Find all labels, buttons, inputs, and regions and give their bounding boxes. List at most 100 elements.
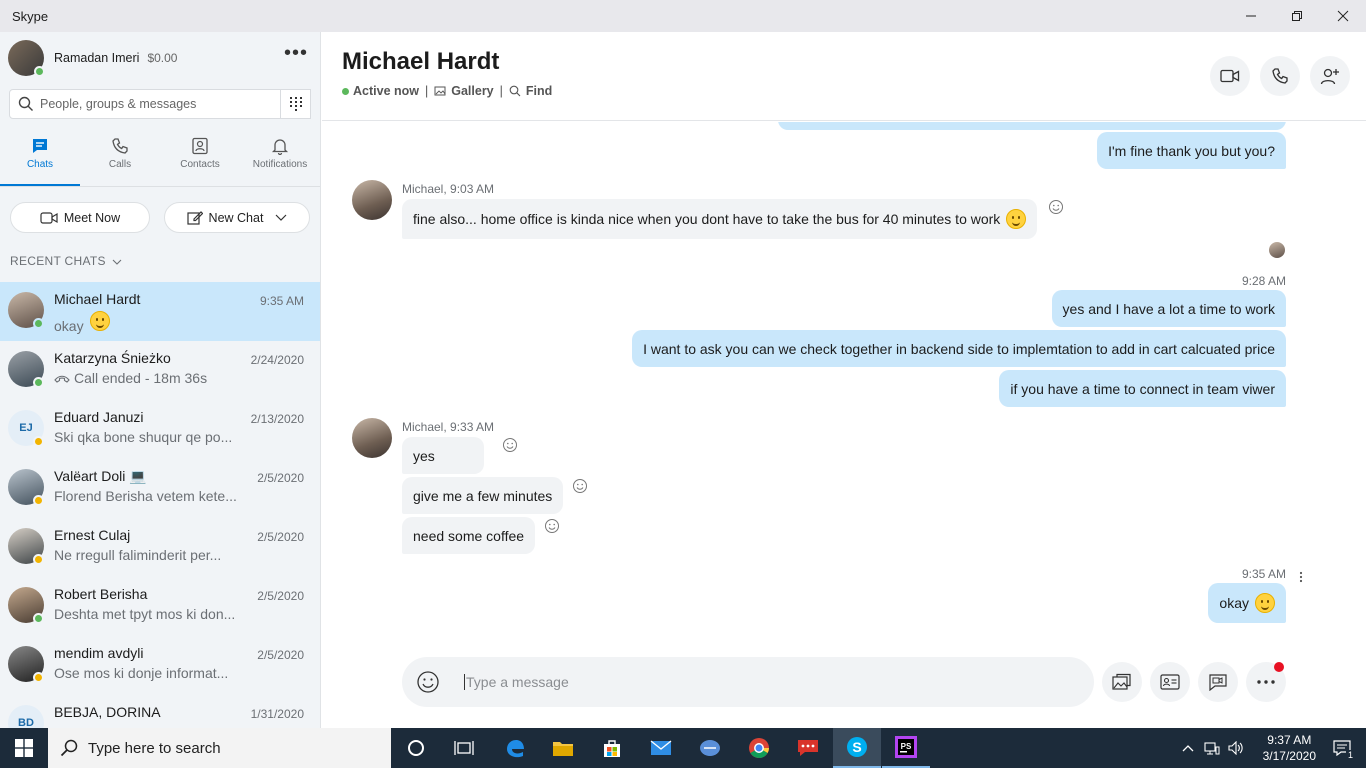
avatar[interactable] [8,40,45,77]
message-composer[interactable]: Type a message [402,657,1094,707]
close-button[interactable] [1320,0,1366,32]
chat-item-michael-hardt[interactable]: Michael Hardt 9:35 AM okay [0,282,320,341]
tab-chats[interactable]: Chats [0,137,80,186]
find-link[interactable]: Find [509,84,552,98]
file-explorer-button[interactable] [539,728,587,768]
chat-item-robert-berisha[interactable]: Robert Berisha 2/5/2020 Deshta met tpyt … [0,577,320,636]
message-bubble-outgoing[interactable]: okay [1208,583,1286,623]
restore-button[interactable] [1274,0,1320,32]
search-icon [60,739,78,757]
video-message-button[interactable] [1198,662,1238,702]
taskbar-clock[interactable]: 9:37 AM 3/17/2020 [1263,732,1316,764]
tab-contacts[interactable]: Contacts [160,137,240,186]
message-bubble-outgoing[interactable]: yes and I have a lot a time to work [1051,290,1286,327]
gallery-link[interactable]: Gallery [434,84,494,98]
edge-icon [507,740,524,758]
video-camera-icon [40,211,58,224]
gallery-icon [434,86,446,96]
mail-icon [650,740,672,755]
svg-text:S: S [852,739,861,755]
task-view-button[interactable] [440,728,488,768]
chrome-icon [749,738,769,758]
call-ended-icon [54,375,70,383]
store-button[interactable] [588,728,636,768]
more-options-icon[interactable]: ••• [284,43,308,63]
chat-item-katarzyna[interactable]: Katarzyna Śnieżko 2/24/2020 Call ended -… [0,341,320,400]
action-center-button[interactable]: 1 [1318,728,1366,768]
search-input[interactable]: People, groups & messages [9,89,281,119]
chat-name: Ernest Culaj [54,527,131,543]
tab-notifications[interactable]: Notifications [240,137,320,186]
add-reaction-icon[interactable] [544,518,560,534]
message-bubble-outgoing[interactable]: I'm fine thank you but you? [1097,132,1286,169]
chat-item-ernest-culaj[interactable]: Ernest Culaj 2/5/2020 Ne rregull falimin… [0,518,320,577]
task-view-icon [454,741,474,755]
add-people-button[interactable] [1310,56,1350,96]
dialpad-button[interactable] [281,89,311,119]
add-reaction-icon[interactable] [1048,199,1064,215]
message-bubble-outgoing[interactable]: I want to ask you can we check together … [632,330,1286,367]
tab-contacts-label: Contacts [180,159,220,170]
avatar[interactable] [352,180,392,220]
network-icon [1204,742,1220,755]
tab-calls[interactable]: Calls [80,137,160,186]
new-chat-button[interactable]: New Chat [164,202,310,233]
svg-text:PS: PS [901,742,912,751]
contact-name[interactable]: Michael Hardt [342,48,499,76]
windows-taskbar: Type here to search S PS 9:37 AM 3/17/20… [0,728,1366,768]
add-files-button[interactable] [1102,662,1142,702]
speech-bubble-icon [798,740,818,756]
message-input[interactable]: Type a message [464,674,569,690]
add-reaction-icon[interactable] [572,478,588,494]
cortana-button[interactable] [392,728,440,768]
message-bubble-outgoing[interactable]: if you have a time to connect in team vi… [999,370,1286,407]
emoji-icon[interactable] [416,670,440,694]
smile-emoji-icon [89,311,110,331]
app-button[interactable] [686,728,734,768]
more-composer-options-button[interactable] [1246,662,1286,702]
recent-chats-header[interactable]: RECENT CHATS [10,254,122,268]
avatar-initials: BD [8,705,44,728]
chat-item-mendim-avdyli[interactable]: mendim avdyli 2/5/2020 Ose mos ki donje … [0,636,320,695]
audio-call-button[interactable] [1260,56,1300,96]
network-button[interactable] [1200,728,1224,768]
show-hidden-icons-button[interactable] [1176,728,1200,768]
taskbar-search-box[interactable]: Type here to search [48,728,391,768]
message-options-icon[interactable] [1299,571,1303,583]
tab-chats-label: Chats [26,159,54,170]
contact-card-icon [1160,674,1180,690]
clock-date: 3/17/2020 [1262,749,1316,763]
recent-chats-label: RECENT CHATS [10,254,106,268]
video-camera-icon [1220,69,1240,83]
mail-button[interactable] [637,728,685,768]
chat-item-bebja-dorina[interactable]: BD BEBJA, DORINA 1/31/2020 [0,695,320,728]
profile[interactable]: Ramadan Imeri $0.00 [8,40,177,77]
phpstorm-button[interactable]: PS [882,728,930,768]
add-reaction-icon[interactable] [502,437,518,453]
chat-preview: Florend Berisha vetem kete... [54,488,237,504]
chrome-button[interactable] [735,728,783,768]
meet-now-button[interactable]: Meet Now [10,202,150,233]
chat-app-icon [700,740,720,756]
message-text: fine also... home office is kinda nice w… [413,211,1001,227]
minimize-button[interactable] [1228,0,1274,32]
volume-button[interactable] [1224,728,1248,768]
skype-credit[interactable]: $0.00 [147,51,177,65]
message-bubble-incoming[interactable]: fine also... home office is kinda nice w… [402,199,1038,239]
chat-item-valeart-doli[interactable]: Valëart Doli 💻 2/5/2020 Florend Berisha … [0,459,320,518]
start-button[interactable] [0,728,48,768]
edge-button[interactable] [491,728,539,768]
send-contacts-button[interactable] [1150,662,1190,702]
avatar[interactable] [352,418,392,458]
video-call-button[interactable] [1210,56,1250,96]
meet-now-label: Meet Now [63,210,121,225]
chat-item-eduard-januzi[interactable]: EJ Eduard Januzi 2/13/2020 Ski qka bone … [0,400,320,459]
chevron-down-icon[interactable] [275,214,287,222]
read-receipt-avatar [1269,242,1285,258]
message-bubble-incoming[interactable]: give me a few minutes [402,477,564,514]
messaging-app-button[interactable] [784,728,832,768]
presence-status: Active now [353,84,419,98]
skype-button[interactable]: S [833,728,881,768]
message-bubble-incoming[interactable]: need some coffee [402,517,536,554]
message-bubble-incoming[interactable]: yes [402,437,484,474]
